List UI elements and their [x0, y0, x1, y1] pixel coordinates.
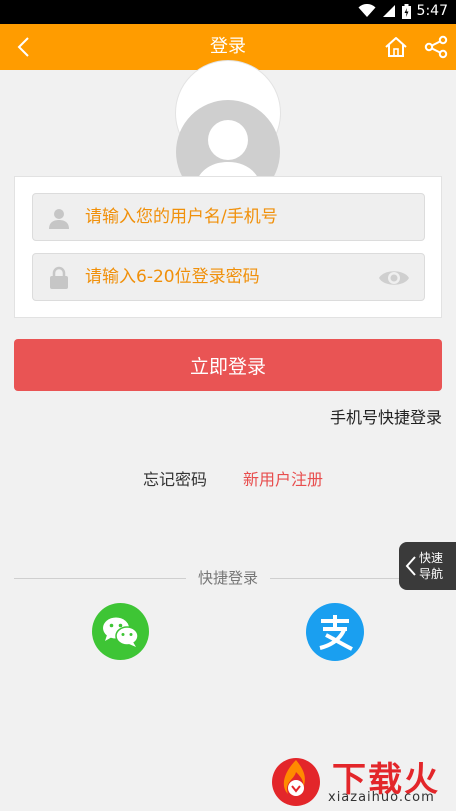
phone-quick-login-link[interactable]: 手机号快捷登录 [330, 404, 442, 428]
battery-icon [401, 3, 411, 19]
avatar [175, 60, 281, 204]
quick-nav-line2: 导航 [419, 567, 444, 581]
username-input[interactable] [85, 194, 385, 240]
status-bar: 5:47 [0, 0, 456, 24]
share-icon[interactable] [423, 34, 449, 60]
watermark: 下载火 xiazaihuo.com [270, 752, 456, 810]
username-field [32, 193, 425, 241]
status-time: 5:47 [416, 3, 448, 19]
quick-login-label: 快捷登录 [186, 556, 270, 600]
password-input[interactable] [85, 254, 385, 300]
wifi-icon [358, 4, 376, 17]
quick-nav-label: 快速 导航 [419, 550, 443, 582]
status-icons: 5:47 [358, 3, 448, 19]
alipay-icon [319, 615, 353, 651]
watermark-domain: xiazaihuo.com [328, 790, 435, 805]
alipay-login-button[interactable] [306, 603, 364, 661]
chevron-left-icon [405, 556, 416, 576]
quick-nav-button[interactable]: 快速 导航 [399, 542, 456, 590]
home-icon[interactable] [383, 34, 409, 60]
wechat-login-button[interactable] [92, 603, 149, 660]
register-link[interactable]: 新用户注册 [243, 466, 323, 490]
quick-nav-line1: 快速 [419, 551, 444, 565]
password-field [32, 253, 425, 301]
login-button[interactable]: 立即登录 [14, 339, 442, 391]
signal-icon [382, 5, 395, 17]
wechat-icon [103, 617, 139, 647]
user-icon [49, 209, 69, 229]
lock-icon [50, 266, 68, 289]
login-form [14, 176, 442, 318]
forgot-password-link[interactable]: 忘记密码 [143, 466, 207, 490]
show-password-icon[interactable] [378, 266, 410, 290]
flame-logo-icon [272, 758, 320, 806]
